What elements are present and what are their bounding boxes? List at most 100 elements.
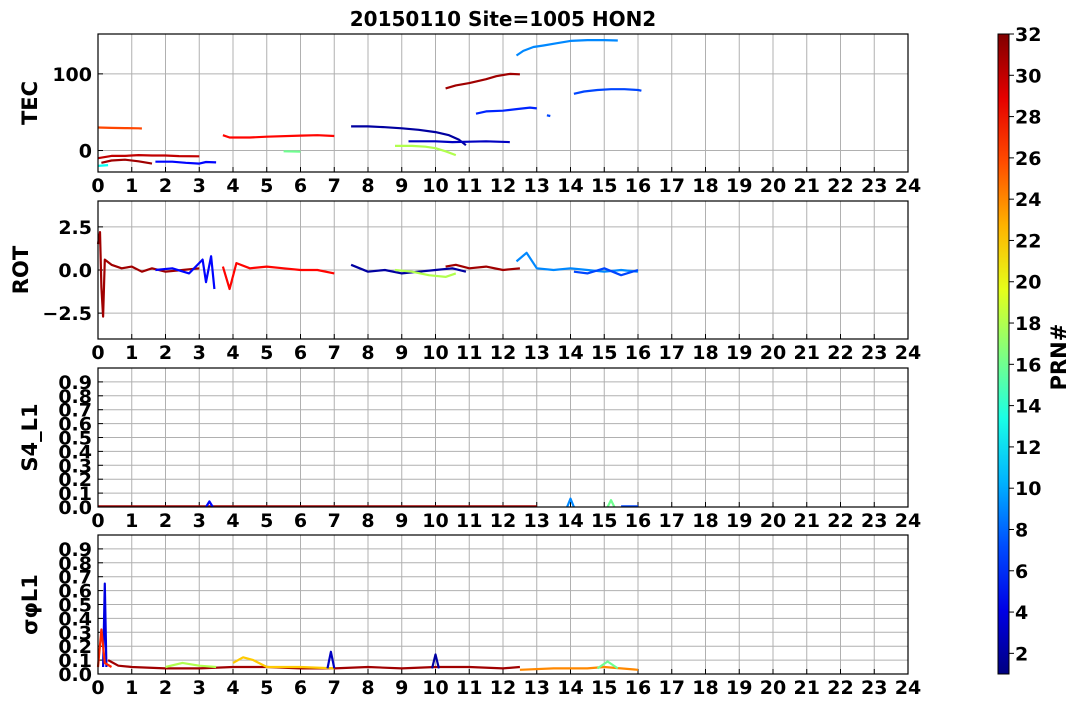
panel-1: 0 1 2 3 4 5 6 7 8 9 10 11 12 13 14 15 16 17 18 19 20 21 22 23 24… bbox=[9, 200, 921, 364]
colorbar-label: PRN# bbox=[1047, 324, 1071, 391]
x-tick-label: 5 bbox=[260, 510, 273, 532]
x-tick-label: 8 bbox=[361, 175, 374, 197]
x-tick-label: 7 bbox=[328, 677, 341, 699]
x-tick-label: 3 bbox=[193, 342, 206, 364]
x-tick-label: 12 bbox=[490, 342, 516, 364]
x-tick-label: 23 bbox=[861, 677, 887, 699]
x-tick-label: 23 bbox=[861, 342, 887, 364]
colorbar-tick-label: 22 bbox=[1015, 230, 1041, 252]
series-line-prn-3 bbox=[408, 140, 510, 144]
series-line-prn-7 bbox=[573, 88, 642, 95]
x-tick-label: 22 bbox=[827, 342, 853, 364]
x-tick-label: 13 bbox=[524, 677, 550, 699]
x-tick-label: 4 bbox=[226, 510, 239, 532]
x-tick-label: 14 bbox=[557, 510, 583, 532]
x-tick-label: 21 bbox=[794, 677, 820, 699]
y-tick-label: 100 bbox=[52, 64, 92, 86]
series-line-prn-16 bbox=[606, 499, 616, 508]
panels: 0 1 2 3 4 5 6 7 8 9 10 11 12 13 14 15 16 17 18 19 20 21 22 23 24… bbox=[9, 33, 921, 699]
x-tick-label: 0 bbox=[91, 342, 104, 364]
colorbar-tick-label: 6 bbox=[1015, 561, 1028, 583]
y-axis-label: ROT bbox=[9, 245, 33, 294]
x-tick-label: 23 bbox=[861, 175, 887, 197]
series-line-prn-26 bbox=[97, 126, 142, 130]
x-tick-label: 10 bbox=[422, 175, 448, 197]
series-line-prn-31 bbox=[445, 72, 520, 90]
x-tick-label: 2 bbox=[159, 510, 172, 532]
series-line-prn-5 bbox=[155, 255, 216, 290]
x-tick-label: 15 bbox=[591, 342, 617, 364]
x-tick-label: 9 bbox=[395, 510, 408, 532]
colorbar-tick-label: 26 bbox=[1015, 148, 1041, 170]
x-tick-label: 23 bbox=[861, 510, 887, 532]
colorbar-tick-label: 12 bbox=[1015, 437, 1041, 459]
x-tick-label: 1 bbox=[125, 677, 138, 699]
x-tick-label: 11 bbox=[456, 510, 482, 532]
x-tick-label: 18 bbox=[692, 510, 718, 532]
x-tick-label: 17 bbox=[659, 677, 685, 699]
y-tick-label: −2.5 bbox=[42, 303, 92, 325]
colorbar-tick-label: 20 bbox=[1015, 272, 1041, 294]
x-tick-label: 18 bbox=[692, 677, 718, 699]
panel-0: 0 1 2 3 4 5 6 7 8 9 10 11 12 13 14 15 16 17 18 19 20 21 22 23 24… bbox=[18, 33, 921, 197]
x-tick-label: 0 bbox=[91, 510, 104, 532]
x-tick-label: 2 bbox=[159, 175, 172, 197]
colorbar-tick-label: 24 bbox=[1015, 189, 1041, 211]
x-tick-label: 19 bbox=[726, 677, 752, 699]
colorbar: 2468101214161820222426283032PRN# bbox=[997, 24, 1071, 675]
x-tick-label: 8 bbox=[361, 677, 374, 699]
x-tick-label: 16 bbox=[625, 342, 651, 364]
series-line-prn-18 bbox=[165, 661, 217, 669]
series-line-prn-7 bbox=[546, 114, 551, 118]
colorbar-tick-label: 28 bbox=[1015, 107, 1041, 129]
colorbar-tick-label: 14 bbox=[1015, 396, 1041, 418]
x-tick-label: 19 bbox=[726, 175, 752, 197]
x-tick-label: 7 bbox=[328, 175, 341, 197]
x-tick-label: 4 bbox=[226, 175, 239, 197]
x-tick-label: 3 bbox=[193, 510, 206, 532]
x-tick-label: 14 bbox=[557, 175, 583, 197]
series-line-prn-31 bbox=[101, 158, 153, 165]
x-tick-label: 1 bbox=[125, 510, 138, 532]
x-tick-label: 9 bbox=[395, 677, 408, 699]
x-tick-label: 7 bbox=[328, 342, 341, 364]
x-tick-label: 24 bbox=[895, 342, 921, 364]
x-tick-label: 5 bbox=[260, 175, 273, 197]
x-tick-label: 6 bbox=[294, 342, 307, 364]
x-tick-label: 8 bbox=[361, 342, 374, 364]
colorbar-gradient bbox=[997, 33, 1010, 675]
x-tick-label: 6 bbox=[294, 510, 307, 532]
series-line-prn-31 bbox=[96, 231, 200, 318]
x-tick-label: 19 bbox=[726, 342, 752, 364]
x-tick-label: 24 bbox=[895, 510, 921, 532]
x-tick-label: 13 bbox=[524, 175, 550, 197]
x-tick-label: 24 bbox=[895, 175, 921, 197]
series-line-prn-5 bbox=[155, 160, 217, 165]
x-tick-label: 10 bbox=[422, 677, 448, 699]
series-line-prn-30 bbox=[97, 154, 200, 160]
y-axis-label: TEC bbox=[18, 81, 42, 125]
x-tick-label: 9 bbox=[395, 175, 408, 197]
x-tick-label: 10 bbox=[422, 510, 448, 532]
x-tick-label: 5 bbox=[260, 677, 273, 699]
chart-title: 20150110 Site=1005 HON2 bbox=[350, 7, 656, 31]
x-tick-label: 11 bbox=[456, 342, 482, 364]
x-tick-label: 3 bbox=[193, 175, 206, 197]
panel-3: 0 1 2 3 4 5 6 7 8 9 10 11 12 13 14 15 16 17 18 19 20 21 22 23 24… bbox=[18, 534, 921, 699]
x-tick-label: 12 bbox=[490, 510, 516, 532]
x-tick-label: 12 bbox=[490, 677, 516, 699]
x-tick-label: 22 bbox=[827, 510, 853, 532]
x-tick-label: 13 bbox=[524, 342, 550, 364]
x-tick-label: 14 bbox=[557, 342, 583, 364]
x-tick-label: 4 bbox=[226, 677, 239, 699]
colorbar-tick-label: 2 bbox=[1015, 643, 1028, 665]
x-tick-label: 7 bbox=[328, 510, 341, 532]
series-line-prn-24 bbox=[519, 665, 639, 671]
y-tick-label: 0.9 bbox=[58, 372, 92, 394]
x-tick-label: 14 bbox=[557, 677, 583, 699]
x-tick-label: 19 bbox=[726, 510, 752, 532]
x-tick-label: 1 bbox=[125, 342, 138, 364]
y-tick-label: 0.0 bbox=[58, 260, 92, 282]
y-tick-label: 0 bbox=[79, 141, 92, 163]
x-tick-label: 15 bbox=[591, 510, 617, 532]
